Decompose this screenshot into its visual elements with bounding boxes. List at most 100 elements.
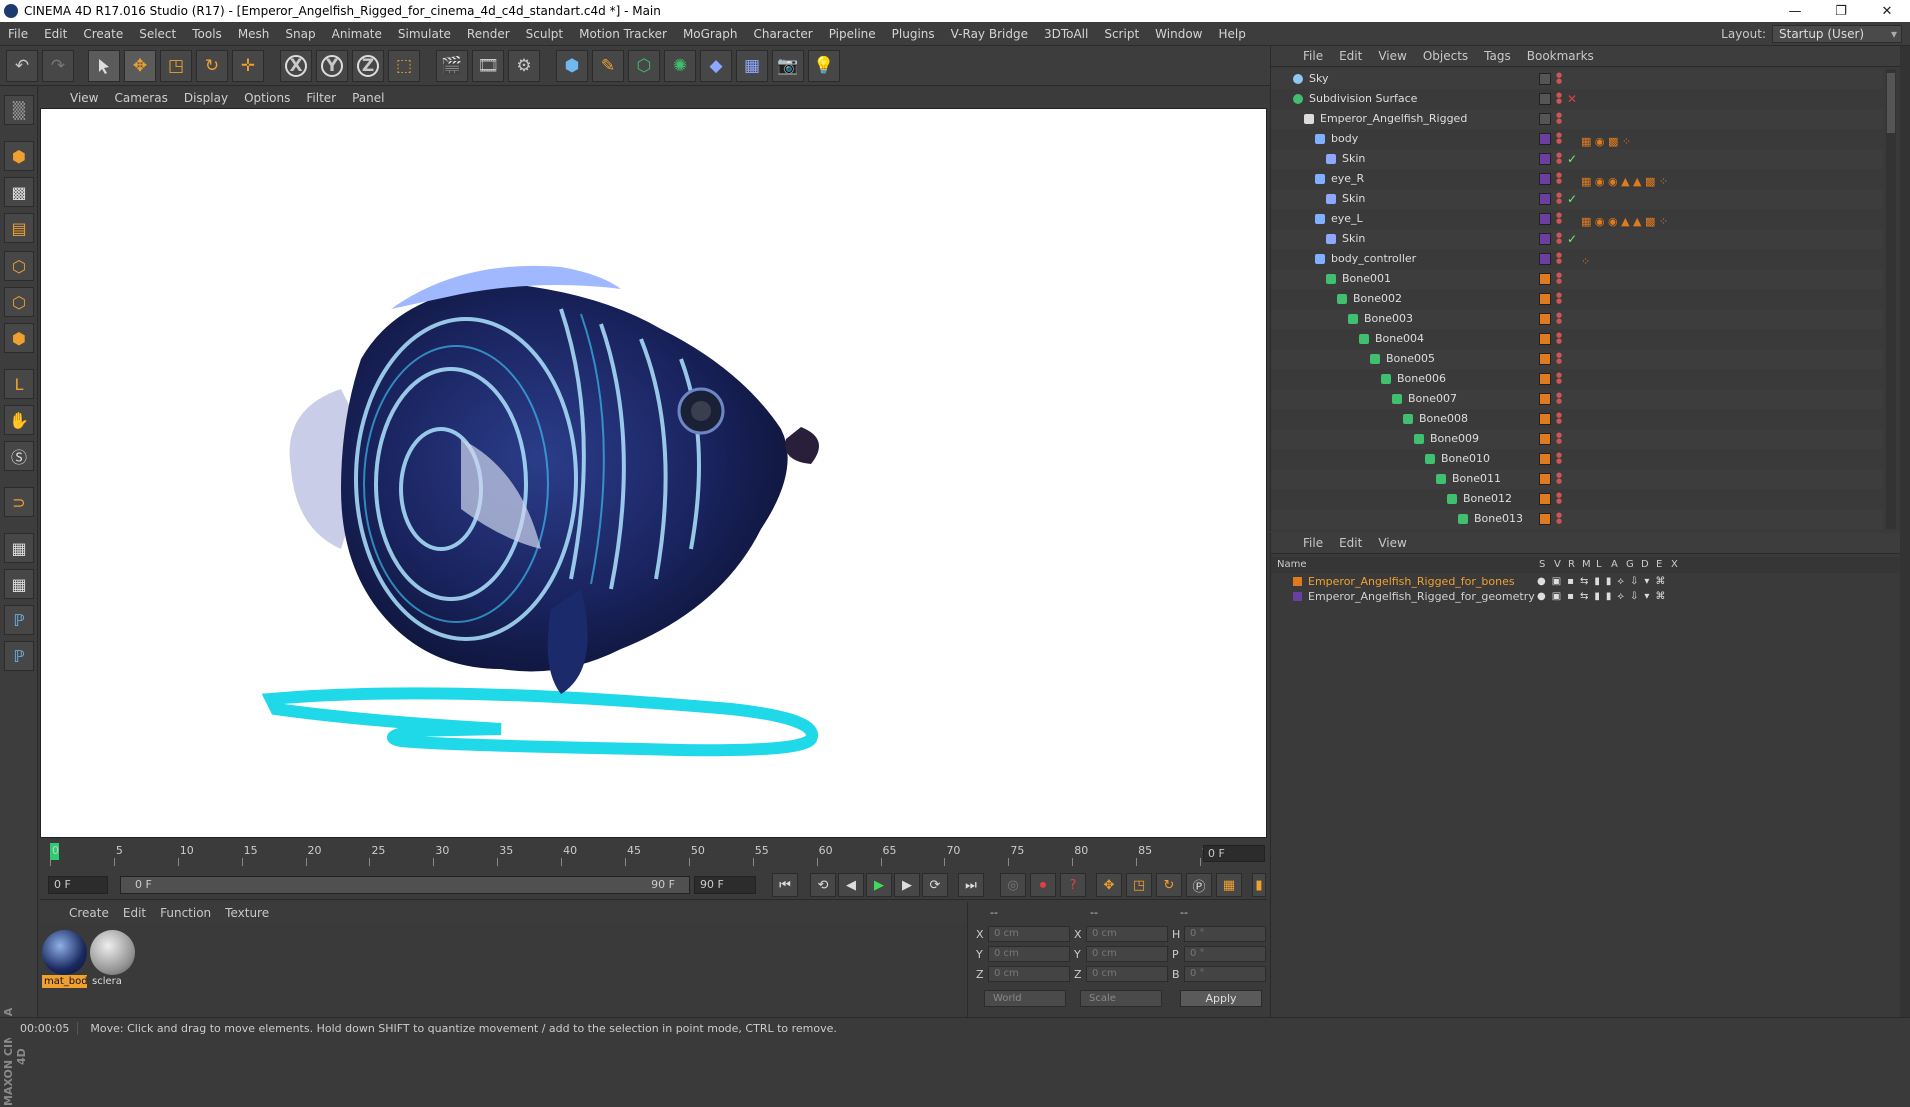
object-row[interactable]: eye_L ● ● ▦ ◉ ◉ ▲ ▲ ▩ ⁘ (1271, 209, 1883, 229)
deformer-icon[interactable]: ◆ (700, 50, 732, 82)
rotate-tool-icon[interactable]: ↻ (196, 50, 228, 82)
magnet-icon[interactable]: ⊃ (4, 487, 34, 517)
layer-column-2[interactable]: V (1554, 557, 1561, 573)
material-sclera[interactable]: sclera (90, 930, 135, 988)
object-menu-item-3[interactable]: Objects (1415, 49, 1476, 63)
visibility-dots-icon[interactable]: ● ● (1556, 252, 1562, 265)
grid-lock-icon[interactable]: ▦ (4, 533, 34, 563)
spline-pen-icon[interactable]: ✎ (592, 50, 624, 82)
object-row[interactable]: Bone007 ● ● (1271, 389, 1883, 409)
visibility-dots-icon[interactable]: ● ● (1556, 372, 1562, 385)
menu-item-1[interactable]: Edit (36, 27, 75, 41)
menu-item-10[interactable]: Sculpt (518, 27, 571, 41)
layer-column-8[interactable]: D (1641, 557, 1649, 573)
render-picture-viewer-icon[interactable]: 🎞 (472, 50, 504, 82)
object-row[interactable]: body_controller ● ● ⁘ (1271, 249, 1883, 269)
key-position-icon[interactable]: ✥ (1096, 873, 1122, 897)
menu-item-17[interactable]: 3DToAll (1036, 27, 1096, 41)
edges-mode-icon[interactable]: ⬡ (4, 287, 34, 317)
array-generator-icon[interactable]: ✺ (664, 50, 696, 82)
layer-column-7[interactable]: G (1626, 557, 1634, 573)
menu-item-0[interactable]: File (0, 27, 36, 41)
size-z-field[interactable]: 0 cm (1086, 966, 1168, 982)
layer-color-swatch[interactable] (1539, 253, 1551, 265)
layer-color-swatch[interactable] (1539, 413, 1551, 425)
layer-column-3[interactable]: R (1568, 557, 1575, 573)
visibility-dots-icon[interactable]: ● ● (1556, 212, 1562, 225)
menu-item-18[interactable]: Script (1096, 27, 1147, 41)
rotation-p-field[interactable]: 0 ° (1184, 946, 1266, 962)
visibility-dots-icon[interactable]: ● ● (1556, 152, 1562, 165)
key-rotation-icon[interactable]: ↻ (1156, 873, 1182, 897)
menu-item-14[interactable]: Pipeline (821, 27, 884, 41)
material-menu-item-1[interactable]: Edit (116, 906, 153, 920)
visibility-dots-icon[interactable]: ● ● (1556, 472, 1562, 485)
menu-item-20[interactable]: Help (1210, 27, 1253, 41)
object-menu-item-4[interactable]: Tags (1476, 49, 1519, 63)
viewport-menu-item-5[interactable]: Panel (344, 91, 392, 105)
layer-column-6[interactable]: A (1611, 557, 1618, 573)
visibility-dots-icon[interactable]: ● ● (1556, 292, 1562, 305)
layer-color-swatch[interactable] (1539, 493, 1551, 505)
layout-dropdown[interactable]: Startup (User) (1772, 25, 1902, 43)
layer-color-swatch[interactable] (1539, 353, 1551, 365)
object-row[interactable]: Bone005 ● ● (1271, 349, 1883, 369)
object-menu-item-2[interactable]: View (1370, 49, 1414, 63)
recent-tools-icon[interactable]: ✛ (232, 50, 264, 82)
layer-menu-item-0[interactable]: File (1295, 536, 1331, 550)
axis-mode-icon[interactable]: L (4, 369, 34, 399)
layer-column-1[interactable]: S (1539, 557, 1545, 573)
current-frame-field[interactable]: 0 F (1203, 845, 1265, 862)
enabled-check-icon[interactable]: ✓ (1567, 189, 1577, 209)
layer-color-swatch[interactable] (1539, 393, 1551, 405)
y-axis-lock-button[interactable]: Y (316, 50, 348, 82)
object-row[interactable]: Emperor_Angelfish_Rigged ● ● (1271, 109, 1883, 129)
menu-item-3[interactable]: Select (131, 27, 184, 41)
visibility-dots-icon[interactable]: ● ● (1556, 352, 1562, 365)
object-row[interactable]: Skin ● ● ✓ (1271, 189, 1883, 209)
minimize-icon[interactable]: — (1772, 0, 1818, 22)
position-z-field[interactable]: 0 cm (988, 966, 1070, 982)
viewport-menu-item-4[interactable]: Filter (298, 91, 344, 105)
python-script-icon[interactable]: ℙ (4, 605, 34, 635)
object-row[interactable]: Bone010 ● ● (1271, 449, 1883, 469)
menu-item-11[interactable]: Motion Tracker (571, 27, 675, 41)
python-script-2-icon[interactable]: ℙ (4, 641, 34, 671)
layer-column-9[interactable]: E (1656, 557, 1662, 573)
z-axis-lock-button[interactable]: Z (352, 50, 384, 82)
layer-column-10[interactable]: X (1671, 557, 1678, 573)
scale-tool-icon[interactable]: ◳ (160, 50, 192, 82)
next-frame-icon[interactable]: ▶ (894, 873, 920, 897)
layer-color-swatch[interactable] (1539, 333, 1551, 345)
layer-menu-item-2[interactable]: View (1370, 536, 1414, 550)
layer-color-swatch[interactable] (1539, 453, 1551, 465)
menu-item-2[interactable]: Create (75, 27, 131, 41)
camera-icon[interactable]: 📷 (772, 50, 804, 82)
menu-item-19[interactable]: Window (1147, 27, 1210, 41)
record-off-icon[interactable]: ◎ (1000, 873, 1026, 897)
object-row[interactable]: Bone012 ● ● (1271, 489, 1883, 509)
layer-color-swatch[interactable] (1539, 173, 1551, 185)
viewport-menu-item-2[interactable]: Display (176, 91, 236, 105)
size-y-field[interactable]: 0 cm (1086, 946, 1168, 962)
object-row[interactable]: Bone003 ● ● (1271, 309, 1883, 329)
object-row[interactable]: Subdivision Surface ● ● ✕ (1271, 89, 1883, 109)
rotation-b-field[interactable]: 0 ° (1184, 966, 1266, 982)
next-key-icon[interactable]: ⟳ (922, 873, 948, 897)
snap-icon[interactable]: Ⓢ (4, 441, 34, 471)
key-scale-icon[interactable]: ◳ (1126, 873, 1152, 897)
workplane-mode-icon[interactable]: ▤ (4, 213, 34, 243)
visibility-dots-icon[interactable]: ● ● (1556, 72, 1562, 85)
coord-mode-dropdown[interactable]: World (984, 990, 1066, 1007)
redo-icon[interactable]: ↷ (42, 50, 74, 82)
subdivision-surface-icon[interactable]: ⬡ (628, 50, 660, 82)
cube-primitive-icon[interactable]: ⬢ (556, 50, 588, 82)
go-to-end-icon[interactable]: ⏭ (958, 873, 984, 897)
timeline-layout-icon[interactable]: ▮ (1252, 873, 1266, 897)
layer-menu-item-1[interactable]: Edit (1331, 536, 1370, 550)
material-menu-item-3[interactable]: Texture (218, 906, 276, 920)
menu-item-16[interactable]: V-Ray Bridge (943, 27, 1036, 41)
visibility-dots-icon[interactable]: ● ● (1556, 192, 1562, 205)
visibility-dots-icon[interactable]: ● ● (1556, 312, 1562, 325)
visibility-dots-icon[interactable]: ● ● (1556, 412, 1562, 425)
